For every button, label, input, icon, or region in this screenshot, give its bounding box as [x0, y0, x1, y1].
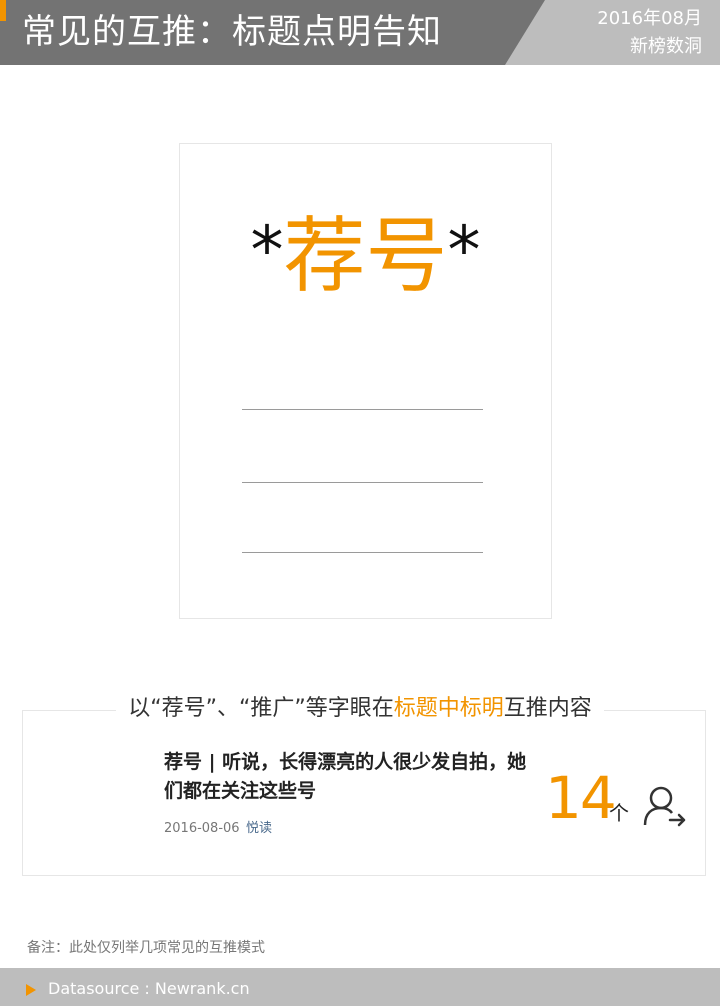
caption-title: 以“荐号”、“推广”等字眼在标题中标明互推内容 [0, 690, 720, 728]
article-title[interactable]: 荐号 | 听说，长得漂亮的人很少发自拍，她们都在关注这些号 [164, 748, 544, 806]
article-source-link[interactable]: 悦读 [246, 820, 272, 838]
footnote: 备注：此处仅列举几项常见的互推模式 [27, 940, 265, 956]
placeholder-line-2 [242, 482, 483, 483]
placeholder-line-1 [242, 409, 483, 410]
asterisk-right: * [447, 212, 481, 289]
title-card-mock: *荐号* [179, 143, 552, 619]
header-date: 2016年08月 [597, 8, 702, 29]
count-value: 14 [545, 764, 617, 832]
page-title: 常见的互推：标题点明告知 [22, 12, 442, 52]
caption-highlight: 标题中标明 [393, 696, 504, 721]
keyword-text: 荐号 [283, 209, 448, 304]
caption-part-2: 互推内容 [503, 696, 592, 721]
count-unit: 个 [609, 801, 629, 825]
header-accent-mark [0, 0, 6, 21]
caption-part-1: 以“荐号”、“推广”等字眼在 [128, 696, 394, 721]
placeholder-line-3 [242, 552, 483, 553]
asterisk-left: * [250, 212, 284, 289]
play-arrow-icon [26, 984, 36, 996]
keyword-line: *荐号* [180, 207, 551, 329]
article-date: 2016-08-06 [164, 821, 240, 836]
header-brand: 新榜数洞 [630, 36, 702, 57]
follow-user-icon [643, 786, 686, 827]
datasource-text: Datasource : Newrank.cn [48, 979, 250, 998]
